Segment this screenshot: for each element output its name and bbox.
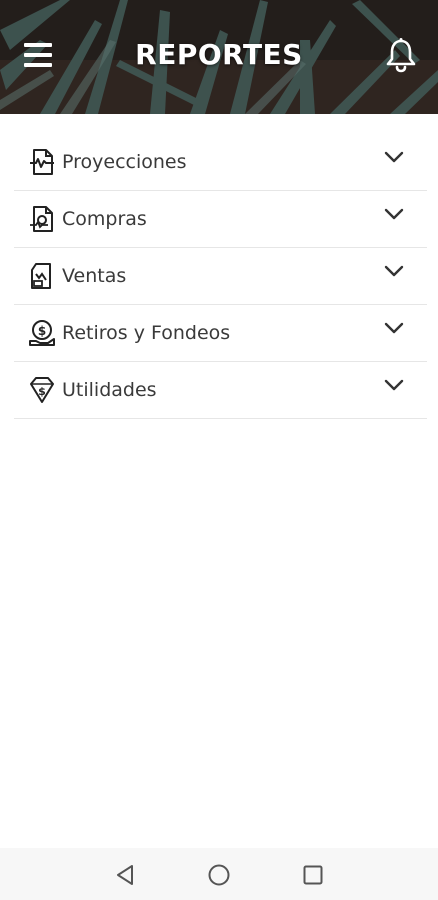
report-label: Retiros y Fondeos (62, 322, 231, 344)
page-title: REPORTES (135, 38, 303, 71)
reports-list: Proyecciones Compras Ventas $ Retiros y … (14, 134, 427, 419)
report-label: Compras (62, 208, 147, 230)
chart-document-icon (30, 149, 54, 175)
report-item-compras[interactable]: Compras (14, 191, 427, 248)
app-header: REPORTES (0, 0, 438, 114)
back-triangle-icon (117, 865, 133, 885)
chevron-down-icon[interactable] (383, 148, 405, 166)
chevron-down-icon[interactable] (383, 319, 405, 337)
diamond-dollar-icon: $ (30, 377, 54, 403)
coin-hand-icon: $ (29, 320, 55, 346)
chevron-down-icon[interactable] (383, 262, 405, 280)
report-label: Ventas (62, 265, 127, 287)
report-item-proyecciones[interactable]: Proyecciones (14, 134, 427, 191)
recents-button[interactable] (300, 862, 326, 888)
notifications-button[interactable] (384, 37, 418, 73)
system-navigation-bar (0, 848, 438, 900)
report-label: Utilidades (62, 379, 157, 401)
report-label: Proyecciones (62, 151, 187, 173)
recents-square-icon (303, 865, 323, 885)
svg-text:$: $ (38, 324, 46, 338)
sales-document-icon (31, 263, 51, 289)
chevron-down-icon[interactable] (383, 376, 405, 394)
purchase-document-icon (30, 206, 53, 232)
report-item-retiros-fondeos[interactable]: $ Retiros y Fondeos (14, 305, 427, 362)
home-circle-icon (208, 864, 230, 886)
reports-screen: REPORTES Proyecciones Compras Ventas $ R… (0, 0, 438, 900)
report-item-utilidades[interactable]: $ Utilidades (14, 362, 427, 419)
back-button[interactable] (112, 862, 138, 888)
bell-icon (386, 38, 416, 73)
chevron-down-icon[interactable] (383, 205, 405, 223)
home-button[interactable] (206, 862, 232, 888)
report-item-ventas[interactable]: Ventas (14, 248, 427, 305)
svg-text:$: $ (38, 385, 46, 398)
